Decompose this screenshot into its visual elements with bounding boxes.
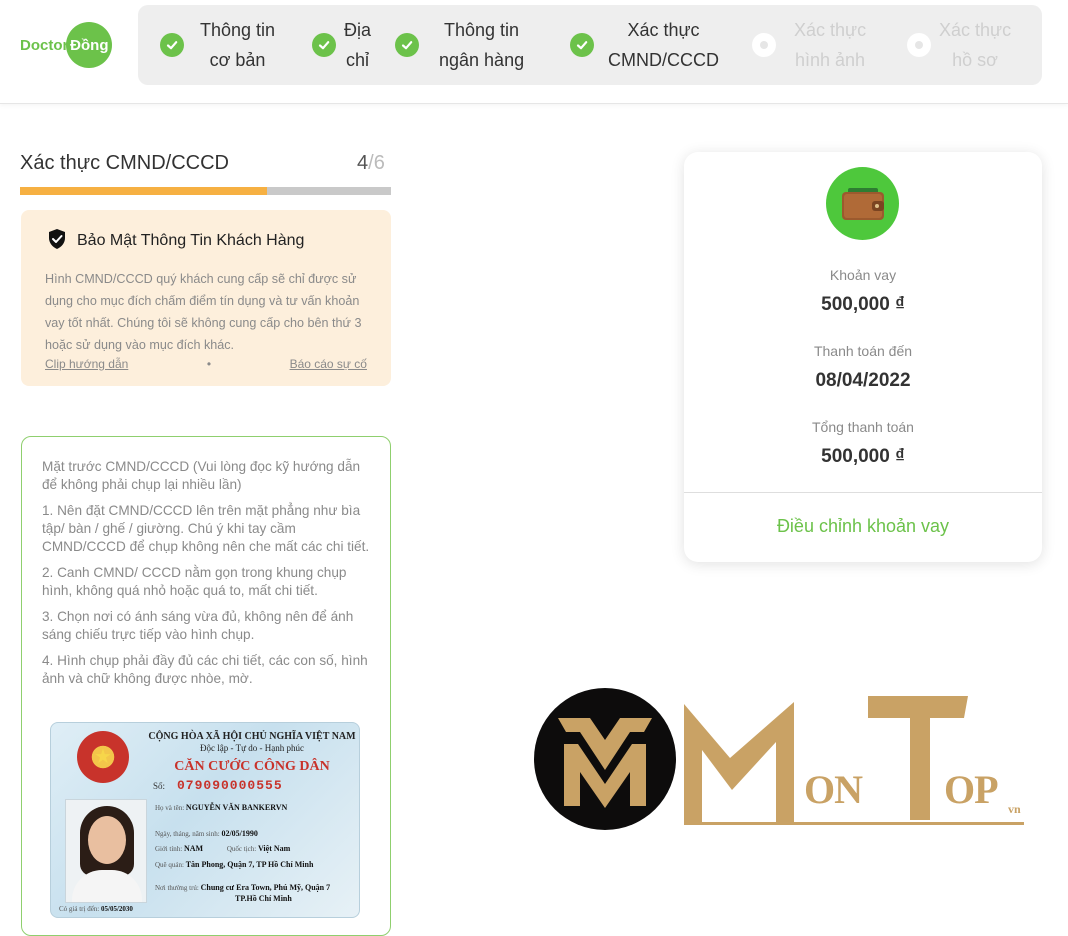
privacy-header: Bảo Mật Thông Tin Khách Hàng	[47, 228, 304, 254]
due-date: 08/04/2022	[815, 370, 911, 391]
privacy-links: Clip hướng dẫn • Báo cáo sự cố	[45, 357, 367, 371]
card-title: CĂN CƯỚC CÔNG DÂN	[174, 759, 330, 774]
portrait-photo	[65, 799, 147, 903]
step-counter: 4/6	[357, 152, 385, 175]
card-motto: Độc lập - Tự do - Hạnh phúc	[200, 743, 304, 753]
step-basic-info[interactable]: Thông tin cơ bản	[160, 5, 275, 85]
guide-intro: Mặt trước CMND/CCCD (Vui lòng đọc kỹ hướ…	[42, 459, 361, 492]
card-hometown-row: Quê quán: Tân Phong, Quận 7, TP Hồ Chí M…	[155, 860, 313, 869]
total-payment: 500,000 ₫	[821, 446, 905, 467]
guide-list: 1. Nên đặt CMND/CCCD lên trên mặt phẳng …	[42, 502, 372, 696]
card-expiry-row: Có giá trị đến: 05/05/2030	[59, 905, 133, 913]
watermark-suffix: vn	[1008, 802, 1021, 816]
step-bank-info[interactable]: Thông tin ngân hàng	[395, 5, 524, 85]
id-front-guide: Mặt trước CMND/CCCD (Vui lòng đọc kỹ hướ…	[21, 436, 391, 936]
video-guide-link[interactable]: Clip hướng dẫn	[45, 357, 128, 371]
card-residence-label: Nơi thường trú:	[155, 884, 199, 892]
step-label: Xác thực hồ sơ	[939, 20, 1012, 70]
card-sex: NAM	[183, 844, 204, 853]
pending-dot-icon	[752, 33, 776, 57]
card-nationality-label: Quốc tịch:	[226, 845, 257, 853]
adjust-loan-button[interactable]: Điều chỉnh khoản vay	[684, 516, 1042, 537]
report-issue-link[interactable]: Báo cáo sự cố	[290, 357, 367, 371]
loan-amount-label: Khoản vay	[829, 267, 897, 283]
logo-badge: Đồng	[66, 22, 113, 68]
loan-summary-card: Khoản vay 500,000 ₫ Thanh toán đến 08/04…	[684, 152, 1042, 562]
current-step: 4	[357, 152, 369, 174]
card-number-label: Số:	[153, 781, 166, 791]
loan-amount: 500,000 ₫	[821, 294, 905, 315]
card-name-label: Họ và tên:	[155, 804, 185, 812]
card-dob-row: Ngày, tháng, năm sinh: 02/05/1990	[155, 829, 258, 838]
step-label: Xác thực CMND/CCCD	[608, 20, 719, 70]
card-hometown: Tân Phong, Quận 7, TP Hồ Chí Minh	[185, 860, 314, 869]
montop-watermark: ON OP vn	[534, 688, 1034, 832]
card-residence-row: Nơi thường trú: Chung cư Era Town, Phú M…	[155, 883, 330, 892]
guide-item: 1. Nên đặt CMND/CCCD lên trên mặt phẳng …	[42, 503, 370, 554]
card-residence-city: TP.Hồ Chí Minh	[235, 894, 292, 903]
check-icon	[312, 33, 336, 57]
card-sex-label: Giới tính:	[155, 845, 183, 853]
step-label: Xác thực hình ảnh	[794, 20, 867, 70]
card-residence-row-2: TP.Hồ Chí Minh	[235, 894, 292, 903]
total-steps: 6	[373, 152, 385, 174]
card-nationality: Việt Nam	[257, 844, 291, 853]
top-header: Doctor Đồng Thông tin cơ bản Địa chỉ Thô…	[0, 0, 1068, 104]
guide-item: 2. Canh CMND/ CCCD nằm gọn trong khung c…	[42, 565, 347, 598]
brand-logo[interactable]: Doctor Đồng	[20, 22, 113, 68]
watermark-text-op: OP	[944, 767, 999, 812]
total-payment-label: Tổng thanh toán	[812, 419, 914, 435]
step-label: Thông tin cơ bản	[200, 20, 276, 70]
wallet-icon	[826, 167, 899, 240]
step-label: Thông tin ngân hàng	[439, 20, 525, 70]
card-name: NGUYỄN VĂN BANKERVN	[185, 803, 288, 812]
step-address[interactable]: Địa chỉ	[312, 5, 371, 85]
progress-bar-fill	[20, 187, 267, 195]
due-date-label: Thanh toán đến	[813, 343, 913, 359]
card-expiry: 05/05/2030	[101, 905, 133, 913]
card-number: 079090000555	[177, 778, 283, 793]
card-name-row: Họ và tên: NGUYỄN VĂN BANKERVN	[155, 803, 287, 812]
privacy-notice: Bảo Mật Thông Tin Khách Hàng Hình CMND/C…	[21, 210, 391, 386]
national-emblem-icon	[77, 731, 129, 783]
shield-check-icon	[47, 228, 67, 254]
divider	[684, 492, 1042, 493]
card-nation: CỘNG HÒA XÃ HỘI CHỦ NGHĨA VIỆT NAM	[148, 731, 356, 742]
card-expiry-label: Có giá trị đến:	[59, 905, 100, 913]
privacy-title: Bảo Mật Thông Tin Khách Hàng	[77, 232, 305, 249]
watermark-text-on: ON	[804, 767, 863, 812]
step-profile-verify[interactable]: Xác thực hồ sơ	[907, 5, 1011, 85]
check-icon	[160, 33, 184, 57]
page-title: Xác thực CMND/CCCD	[20, 152, 229, 174]
link-separator: •	[206, 357, 212, 371]
id-card-sample: CỘNG HÒA XÃ HỘI CHỦ NGHĨA VIỆT NAM Độc l…	[50, 722, 360, 918]
progress-stepper: Thông tin cơ bản Địa chỉ Thông tin ngân …	[138, 5, 1042, 85]
step-label: Địa chỉ	[344, 20, 372, 70]
logo-text: Doctor	[20, 36, 69, 54]
privacy-body: Hình CMND/CCCD quý khách cung cấp sẽ chỉ…	[45, 272, 362, 352]
pending-dot-icon	[907, 33, 931, 57]
check-icon	[570, 33, 594, 57]
step-photo-verify[interactable]: Xác thực hình ảnh	[752, 5, 866, 85]
card-dob-label: Ngày, tháng, năm sinh:	[155, 830, 220, 838]
card-sex-row: Giới tính: NAM Quốc tịch: Việt Nam	[155, 844, 290, 853]
montop-logo-icon	[534, 688, 676, 830]
check-icon	[395, 33, 419, 57]
step-id-verify[interactable]: Xác thực CMND/CCCD	[570, 5, 719, 85]
card-hometown-label: Quê quán:	[155, 861, 184, 869]
progress-bar	[20, 187, 391, 195]
card-residence: Chung cư Era Town, Phú Mỹ, Quận 7	[200, 883, 331, 892]
card-dob: 02/05/1990	[221, 829, 258, 838]
guide-item: 3. Chọn nơi có ánh sáng vừa đủ, không nê…	[42, 609, 354, 642]
guide-item: 4. Hình chụp phải đầy đủ các chi tiết, c…	[42, 653, 368, 686]
